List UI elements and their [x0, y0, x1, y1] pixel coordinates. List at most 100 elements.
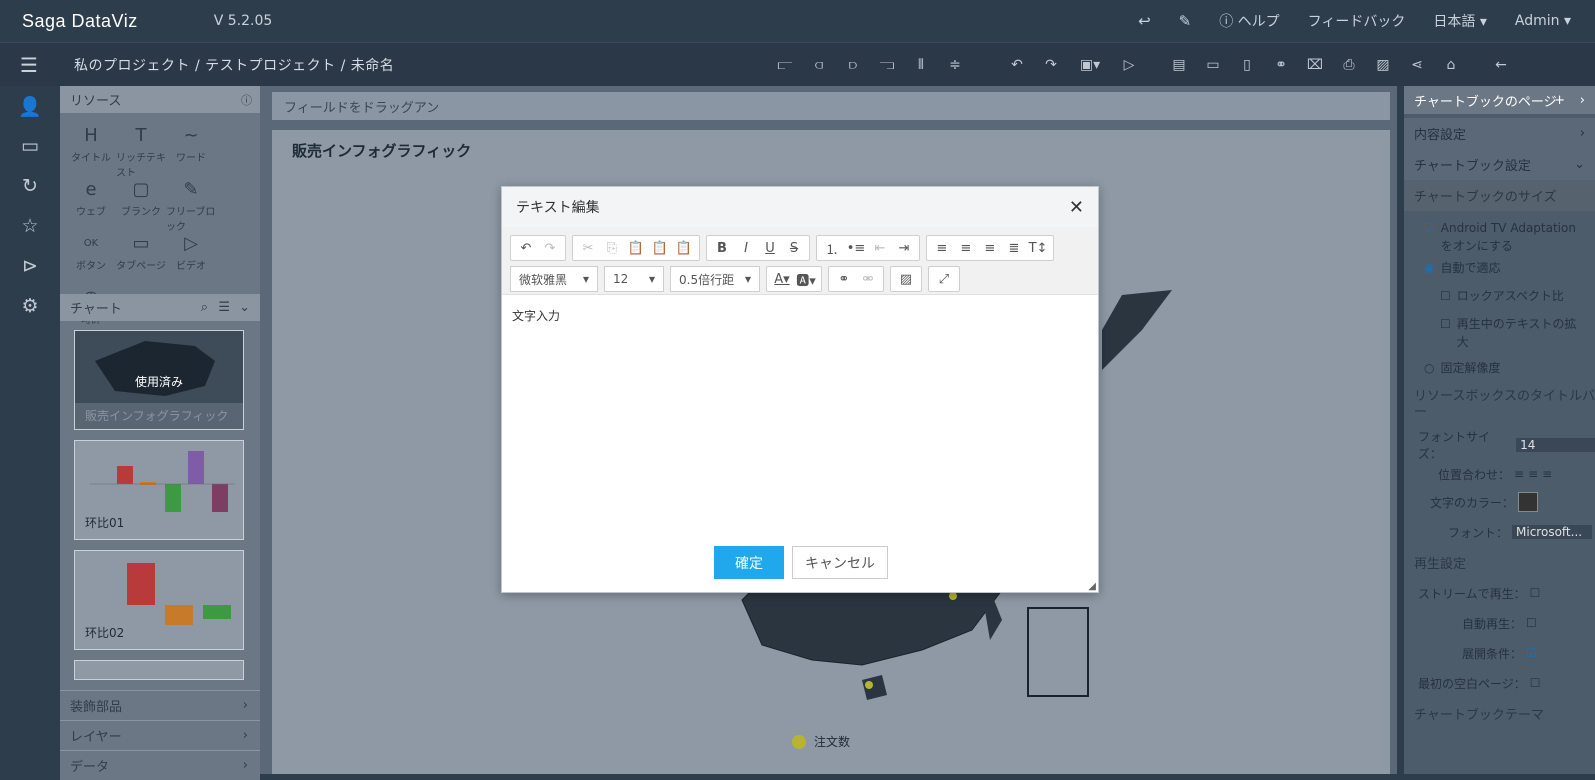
checkbox-icon[interactable]: ☑ — [1526, 646, 1537, 660]
distribute-h-icon[interactable]: ⫴ — [904, 57, 938, 73]
underline-icon[interactable]: U — [758, 236, 782, 260]
checkbox-icon[interactable]: ☐ — [1440, 315, 1451, 351]
checkbox-icon[interactable]: ☐ — [1526, 616, 1537, 630]
back-icon[interactable]: ↩ — [1138, 12, 1151, 30]
checkbox-icon[interactable]: ☑ — [1424, 219, 1435, 255]
mobile-icon[interactable]: ▯ — [1230, 57, 1264, 73]
share-icon[interactable]: ⋖ — [1400, 57, 1434, 73]
resource-item-richtext[interactable]: T リッチテキスト — [116, 123, 166, 179]
android-tv-option[interactable]: ☑ Android TV Adaptation をオンにする — [1424, 219, 1585, 255]
link-icon[interactable]: ⚭ — [832, 267, 856, 291]
content-settings-row[interactable]: 内容設定 › — [1404, 118, 1595, 149]
chart-thumb-infographic[interactable]: 使用済み 販売インフォグラフィック — [74, 330, 244, 430]
outdent-icon[interactable]: ⇤ — [868, 236, 892, 260]
paste-text-icon[interactable]: 📋 — [648, 236, 672, 260]
lock-aspect-option[interactable]: ☐ ロックアスペクト比 — [1424, 287, 1585, 305]
cut-icon[interactable]: ✂ — [576, 236, 600, 260]
redo-icon[interactable]: ↷ — [538, 236, 562, 260]
exit-icon[interactable]: ← — [1484, 57, 1518, 73]
accordion-layer[interactable]: レイヤー › — [60, 720, 260, 750]
resource-item-tabpage[interactable]: ▭ タブページ — [116, 231, 166, 285]
resource-item-video[interactable]: ▷ ビデオ — [166, 231, 216, 285]
close-icon[interactable]: ✕ — [1069, 197, 1084, 218]
undo-icon[interactable]: ↶ — [1000, 57, 1034, 73]
align-right-tool-icon[interactable]: ⫎ — [870, 57, 904, 73]
align-top-tool-icon[interactable]: ⫐ — [836, 57, 870, 73]
resource-item-web[interactable]: e ウェブ — [66, 177, 116, 231]
radio-icon[interactable]: ○ — [1424, 359, 1434, 377]
align-right-icon[interactable]: ≡ — [1542, 467, 1552, 481]
save-icon[interactable]: ▣▾ — [1068, 57, 1112, 73]
align-right-icon[interactable]: ≡ — [978, 236, 1002, 260]
tab-chartbook-page[interactable]: チャートブックのページ + › — [1404, 86, 1595, 114]
chevron-down-icon[interactable]: ⌄ — [239, 300, 250, 315]
feedback-link[interactable]: フィードバック — [1308, 11, 1406, 31]
resource-item-title[interactable]: H タイトル — [66, 123, 116, 177]
align-left-icon[interactable]: ≡ — [1514, 467, 1524, 481]
ordered-list-icon[interactable]: ⒈ — [820, 236, 844, 260]
align-left-icon[interactable]: ≡ — [930, 236, 954, 260]
settings-icon[interactable]: ⚙ — [0, 286, 60, 326]
chart-thumb-03[interactable] — [74, 660, 244, 680]
edit-icon[interactable]: ✎ — [1179, 12, 1192, 30]
resource-item-button[interactable]: OK ボタン — [66, 231, 116, 285]
undo-icon[interactable]: ↶ — [514, 236, 538, 260]
image-icon[interactable]: ▨ — [894, 267, 918, 291]
resource-item-freeblock[interactable]: ✎ フリーブロック — [166, 177, 216, 233]
breadcrumb[interactable]: 私のプロジェクト / テストプロジェクト / 未命名 — [74, 55, 394, 75]
chart-thumb-02[interactable]: 环比02 — [74, 550, 244, 650]
distribute-v-icon[interactable]: ≑ — [938, 57, 972, 73]
refresh-icon[interactable]: ↻ — [0, 166, 60, 206]
strikethrough-icon[interactable]: S — [782, 236, 806, 260]
checkbox-icon[interactable]: ☐ — [1530, 676, 1541, 690]
auto-fit-option[interactable]: ◉ 自動で適応 — [1424, 259, 1585, 277]
editor-content[interactable]: 文字入力 — [512, 307, 1090, 324]
star-icon[interactable]: ☆ — [0, 206, 60, 246]
bg-color-icon[interactable]: 🅰▾ — [794, 267, 818, 291]
align-left-tool-icon[interactable]: ⫍ — [768, 57, 802, 73]
cancel-button[interactable]: キャンセル — [792, 546, 888, 579]
list-icon[interactable]: ☰ — [218, 300, 230, 315]
field-drop-zone[interactable]: フィールドをドラッグアン — [272, 92, 1390, 120]
redo-icon[interactable]: ↷ — [1034, 57, 1068, 73]
page-icon[interactable]: ▤ — [1162, 57, 1196, 73]
radio-icon[interactable]: ◉ — [1424, 259, 1434, 277]
text-zoom-option[interactable]: ☐ 再生中のテキストの拡大 — [1424, 315, 1585, 351]
font-select[interactable]: Microsoft... — [1512, 525, 1593, 539]
card-icon[interactable]: ▭ — [1196, 57, 1230, 73]
help-link[interactable]: ⓘ ヘルプ — [1219, 11, 1279, 31]
play-icon[interactable]: ▷ — [1112, 57, 1146, 73]
fixed-res-option[interactable]: ○ 固定解像度 — [1424, 359, 1585, 377]
align-center-icon[interactable]: ≡ — [954, 236, 978, 260]
paste-icon[interactable]: 📋 — [624, 236, 648, 260]
chart-thumb-01[interactable]: 环比01 — [74, 440, 244, 540]
add-icon[interactable]: + — [1554, 93, 1565, 108]
checkbox-icon[interactable]: ☐ — [1440, 287, 1451, 305]
search-icon[interactable]: ⌕ — [201, 300, 208, 315]
confirm-button[interactable]: 確定 — [714, 546, 784, 579]
fullscreen-icon[interactable]: ⤢ — [932, 267, 956, 291]
paste-word-icon[interactable]: 📋 — [672, 236, 696, 260]
font-size-select[interactable]: 12 ▾ — [604, 266, 664, 292]
resource-item-blank[interactable]: ▢ ブランク — [116, 177, 166, 231]
line-height-select[interactable]: 0.5倍行距 ▾ — [670, 266, 760, 292]
resize-handle-icon[interactable]: ◢ — [1088, 581, 1096, 592]
map-legend[interactable]: 注文数 — [792, 733, 850, 750]
checkbox-icon[interactable]: ☐ — [1530, 586, 1541, 600]
font-size-input[interactable]: 14 — [1516, 438, 1595, 452]
accordion-decor[interactable]: 装飾部品 › — [60, 690, 260, 720]
color-swatch[interactable] — [1518, 492, 1539, 512]
link-icon[interactable]: ⚭ — [1264, 57, 1298, 73]
bullet-list-icon[interactable]: •≡ — [844, 236, 868, 260]
italic-icon[interactable]: I — [734, 236, 758, 260]
monitor-icon[interactable]: ▭ — [0, 126, 60, 166]
play-circle-icon[interactable]: ⊳ — [0, 246, 60, 286]
chevron-right-icon[interactable]: › — [1580, 93, 1585, 108]
align-bottom-tool-icon[interactable]: ⫏ — [802, 57, 836, 73]
resource-item-word[interactable]: ~ ワード — [166, 123, 216, 177]
align-center-icon[interactable]: ≡ — [1528, 467, 1538, 481]
language-select[interactable]: 日本語 ▾ — [1433, 11, 1486, 31]
indent-icon[interactable]: ⇥ — [892, 236, 916, 260]
text-size-icon[interactable]: T↕ — [1026, 236, 1050, 260]
unlink-icon[interactable]: ⚮ — [856, 267, 880, 291]
